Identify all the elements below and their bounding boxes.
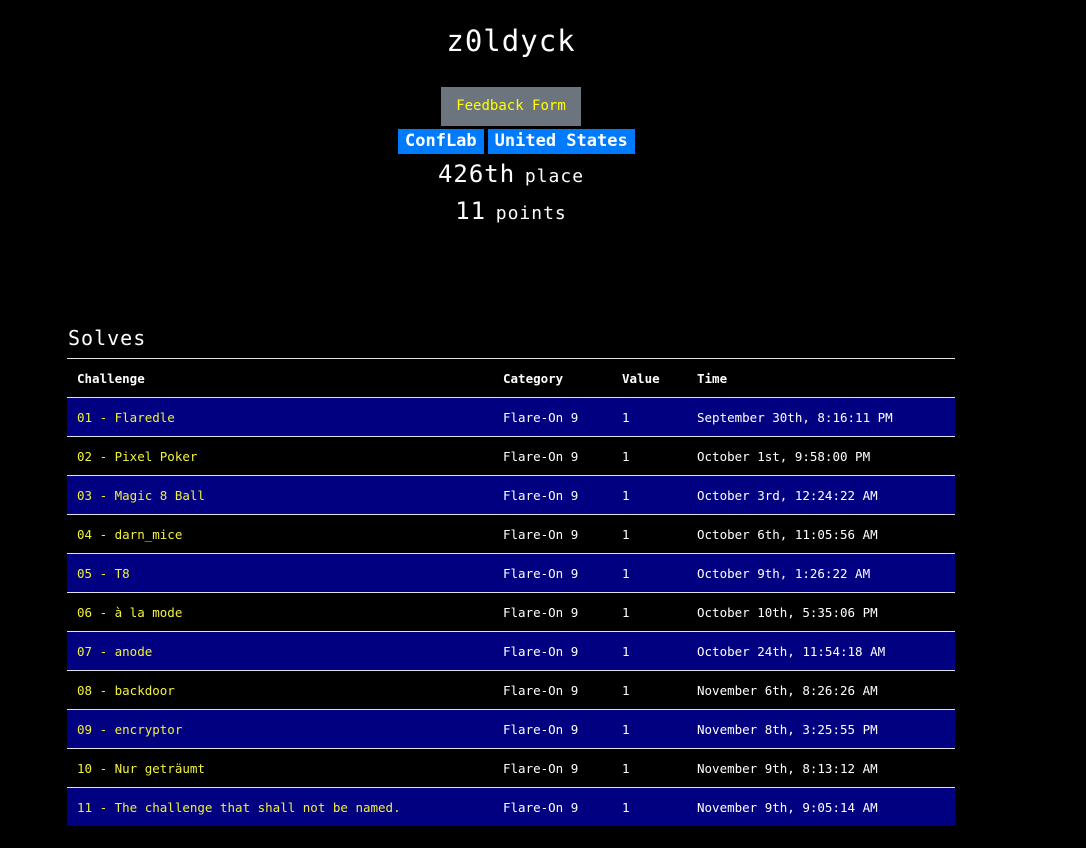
time-cell: October 3rd, 12:24:22 AM [687,475,955,515]
value-cell: 1 [612,397,687,437]
value-cell: 1 [612,514,687,554]
table-row: 08 - backdoor Flare-On 9 1 November 6th,… [67,670,955,710]
table-row: 02 - Pixel Poker Flare-On 9 1 October 1s… [67,436,955,476]
points-label: points [495,203,567,224]
challenge-link[interactable]: 11 - The challenge that shall not be nam… [67,787,493,826]
value-cell: 1 [612,709,687,749]
challenge-link[interactable]: 04 - darn_mice [67,514,493,554]
challenge-link[interactable]: 02 - Pixel Poker [67,436,493,476]
category-cell: Flare-On 9 [493,475,612,515]
category-cell: Flare-On 9 [493,553,612,593]
table-row: 10 - Nur geträumt Flare-On 9 1 November … [67,748,955,788]
time-cell: October 1st, 9:58:00 PM [687,436,955,476]
table-header-row: Challenge Category Value Time [67,358,955,398]
table-row: 09 - encryptor Flare-On 9 1 November 8th… [67,709,955,749]
solves-table: Challenge Category Value Time 01 - Flare… [67,358,955,826]
value-cell: 1 [612,787,687,826]
table-row: 11 - The challenge that shall not be nam… [67,787,955,826]
category-cell: Flare-On 9 [493,631,612,671]
challenge-link[interactable]: 06 - à la mode [67,592,493,632]
value-cell: 1 [612,670,687,710]
place-line: 426th place [0,160,1022,188]
challenge-link[interactable]: 03 - Magic 8 Ball [67,475,493,515]
time-cell: September 30th, 8:16:11 PM [687,397,955,437]
value-cell: 1 [612,631,687,671]
challenge-link[interactable]: 05 - T8 [67,553,493,593]
time-cell: October 6th, 11:05:56 AM [687,514,955,554]
feedback-wrap: Feedback Form [441,87,581,126]
table-row: 01 - Flaredle Flare-On 9 1 September 30t… [67,397,955,437]
category-cell: Flare-On 9 [493,592,612,632]
category-cell: Flare-On 9 [493,787,612,826]
badge-row: ConfLab United States [398,129,639,154]
country-badge: United States [487,129,635,154]
points-line: 11 points [0,197,1022,225]
challenge-link[interactable]: 10 - Nur geträumt [67,748,493,788]
header-category[interactable]: Category [493,358,612,398]
challenge-link[interactable]: 08 - backdoor [67,670,493,710]
place-label: place [524,166,585,187]
table-row: 04 - darn_mice Flare-On 9 1 October 6th,… [67,514,955,554]
value-cell: 1 [612,475,687,515]
category-cell: Flare-On 9 [493,397,612,437]
time-cell: November 9th, 8:13:12 AM [687,748,955,788]
place-value: 426th [437,160,516,188]
time-cell: October 10th, 5:35:06 PM [687,592,955,632]
value-cell: 1 [612,436,687,476]
value-cell: 1 [612,748,687,788]
table-row: 05 - T8 Flare-On 9 1 October 9th, 1:26:2… [67,553,955,593]
table-row: 03 - Magic 8 Ball Flare-On 9 1 October 3… [67,475,955,515]
time-cell: November 8th, 3:25:55 PM [687,709,955,749]
header-challenge[interactable]: Challenge [67,358,493,398]
category-cell: Flare-On 9 [493,748,612,788]
header-time[interactable]: Time [687,358,955,398]
table-row: 06 - à la mode Flare-On 9 1 October 10th… [67,592,955,632]
value-cell: 1 [612,592,687,632]
value-cell: 1 [612,553,687,593]
solves-heading: Solves [68,326,147,350]
team-name: z0ldyck [446,24,576,58]
table-row: 07 - anode Flare-On 9 1 October 24th, 11… [67,631,955,671]
bracket-badge: ConfLab [398,129,484,154]
challenge-link[interactable]: 07 - anode [67,631,493,671]
challenge-link[interactable]: 09 - encryptor [67,709,493,749]
points-value: 11 [455,197,487,225]
time-cell: October 24th, 11:54:18 AM [687,631,955,671]
time-cell: October 9th, 1:26:22 AM [687,553,955,593]
feedback-form-button[interactable]: Feedback Form [441,87,581,126]
category-cell: Flare-On 9 [493,670,612,710]
category-cell: Flare-On 9 [493,514,612,554]
solves-table-body: 01 - Flaredle Flare-On 9 1 September 30t… [67,397,955,826]
category-cell: Flare-On 9 [493,436,612,476]
time-cell: November 6th, 8:26:26 AM [687,670,955,710]
time-cell: November 9th, 9:05:14 AM [687,787,955,826]
category-cell: Flare-On 9 [493,709,612,749]
header-value[interactable]: Value [612,358,687,398]
challenge-link[interactable]: 01 - Flaredle [67,397,493,437]
